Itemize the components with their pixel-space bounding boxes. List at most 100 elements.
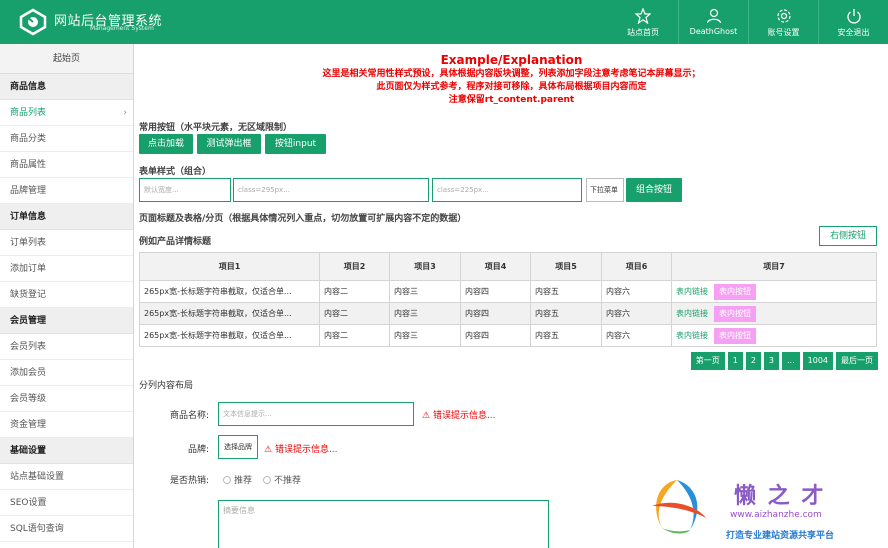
explanation-line: 这里是相关常用性样式预设，具体根据内容版块调整，列表添加字段注意考虑笔记本屏幕显… bbox=[322, 69, 701, 79]
table-link[interactable]: 表内链接 bbox=[676, 331, 708, 340]
table-cell-actions: 表内链接 表内按钮 bbox=[671, 324, 877, 347]
table-header-row: 项目1 项目2 项目3 项目4 项目5 项目6 项目7 bbox=[139, 252, 877, 281]
sidebar-item-label: 商品列表 bbox=[10, 108, 47, 118]
column-header: 项目1 bbox=[139, 252, 320, 281]
sidebar-item-order-list[interactable]: 订单列表 bbox=[0, 230, 133, 256]
select-brand-button[interactable]: 选择品牌 bbox=[218, 435, 258, 459]
not-recommend-radio[interactable]: 不推荐 bbox=[263, 473, 301, 486]
table-cell: 内容二 bbox=[319, 302, 390, 325]
table-cell: 内容五 bbox=[530, 302, 602, 325]
table-cell: 内容三 bbox=[389, 302, 461, 325]
sidebar-item-site-settings[interactable]: 站点基础设置 bbox=[0, 464, 133, 490]
column-header: 项目7 bbox=[671, 252, 877, 281]
explanation-line: 此页面仅为样式参考，程序对接可移除，具体布局根据项目内容而定 bbox=[376, 82, 647, 92]
summary-textarea[interactable]: 摘要信息 bbox=[218, 500, 549, 548]
radio-circle-icon bbox=[263, 476, 271, 484]
load-button[interactable]: 点击加载 bbox=[139, 134, 193, 154]
radio-circle-icon bbox=[223, 476, 231, 484]
table-link[interactable]: 表内链接 bbox=[676, 309, 708, 318]
user-icon bbox=[706, 8, 721, 24]
sidebar-group-members[interactable]: 会员管理 bbox=[0, 308, 133, 334]
app-subtitle: Management System bbox=[90, 25, 154, 32]
nav-logout[interactable]: 安全退出 bbox=[818, 0, 888, 44]
sidebar-item-member-list[interactable]: 会员列表 bbox=[0, 334, 133, 360]
table-cell-actions: 表内链接 表内按钮 bbox=[671, 280, 877, 303]
sidebar-item-seo[interactable]: SEO设置 bbox=[0, 490, 133, 516]
nav-settings[interactable]: 账号设置 bbox=[748, 0, 818, 44]
top-header: 网站后台管理系统 Management System 站点首页 DeathGho… bbox=[0, 0, 888, 44]
sidebar-item-member-level[interactable]: 会员等级 bbox=[0, 386, 133, 412]
sidebar-group-orders[interactable]: 订单信息 bbox=[0, 204, 133, 230]
page-2-button[interactable]: 2 bbox=[745, 352, 761, 370]
layout-section-title: 分列内容布局 bbox=[139, 381, 194, 391]
right-side-button[interactable]: 右侧按钮 bbox=[819, 226, 877, 246]
sidebar-item-add-order[interactable]: 添加订单 bbox=[0, 256, 133, 282]
sidebar-item-funds[interactable]: 资金管理 bbox=[0, 412, 133, 438]
table-button[interactable]: 表内按钮 bbox=[714, 327, 756, 344]
sidebar-group-goods[interactable]: 商品信息 bbox=[0, 74, 133, 100]
power-icon bbox=[846, 9, 861, 24]
table-button[interactable]: 表内按钮 bbox=[714, 283, 756, 300]
recommend-radio[interactable]: 推荐 bbox=[223, 473, 252, 486]
hot-sale-label: 是否热销: bbox=[169, 476, 209, 486]
page-first-button[interactable]: 第一页 bbox=[690, 352, 725, 370]
combo-button[interactable]: 组合按钮 bbox=[626, 178, 682, 202]
table-cell: 内容四 bbox=[460, 302, 531, 325]
watermark-logo-icon bbox=[652, 480, 706, 534]
recommend-radio-label: 推荐 bbox=[234, 476, 253, 486]
nav-home[interactable]: 站点首页 bbox=[608, 0, 678, 44]
star-icon bbox=[635, 8, 651, 24]
main-content: Example/Explanation 这里是相关常用性样式预设，具体根据内容版… bbox=[135, 44, 888, 548]
table-button[interactable]: 表内按钮 bbox=[714, 305, 756, 322]
page-ellipsis[interactable]: ... bbox=[782, 352, 800, 370]
sidebar-item-add-member[interactable]: 添加会员 bbox=[0, 360, 133, 386]
table-cell-actions: 表内链接 表内按钮 bbox=[671, 302, 877, 325]
popup-test-button[interactable]: 测试弹出框 bbox=[197, 134, 261, 154]
page-1-button[interactable]: 1 bbox=[727, 352, 743, 370]
page-1004-button[interactable]: 1004 bbox=[802, 352, 833, 370]
sidebar-item-goods-attr[interactable]: 商品属性 bbox=[0, 152, 133, 178]
column-header: 项目4 bbox=[460, 252, 531, 281]
table-cell: 内容三 bbox=[389, 324, 461, 347]
nav-user[interactable]: DeathGhost bbox=[678, 0, 748, 44]
top-nav: 站点首页 DeathGhost 账号设置 安全退出 bbox=[608, 0, 888, 44]
nav-settings-label: 账号设置 bbox=[767, 28, 800, 37]
width-295-input[interactable]: class=295px... bbox=[233, 178, 429, 202]
brand-error: ⚠ 错误提示信息... bbox=[264, 442, 338, 455]
watermark-url: www.aizhanzhe.com bbox=[730, 510, 822, 520]
table-cell: 内容六 bbox=[601, 302, 672, 325]
form-section-title: 表单样式（组合） bbox=[139, 167, 212, 177]
sidebar-group-settings[interactable]: 基础设置 bbox=[0, 438, 133, 464]
watermark: 懒 之 才 www.aizhanzhe.com 打造专业建站资源共享平台 bbox=[642, 474, 882, 544]
default-width-input[interactable]: 默认宽度... bbox=[139, 178, 231, 202]
table-row: 265px宽-长标题字符串截取，仅适合单... 内容二 内容三 内容四 内容五 … bbox=[139, 280, 877, 303]
input-button[interactable]: 按钮input bbox=[265, 134, 326, 154]
column-header: 项目5 bbox=[530, 252, 602, 281]
nav-home-label: 站点首页 bbox=[627, 28, 659, 37]
sidebar-start-page[interactable]: 起始页 bbox=[0, 44, 133, 74]
table-cell: 内容三 bbox=[389, 280, 461, 303]
brand-error-text: 错误提示信息... bbox=[274, 445, 338, 455]
page-last-button[interactable]: 最后一页 bbox=[836, 352, 878, 370]
dropdown-select[interactable]: 下拉菜单 bbox=[586, 178, 624, 202]
column-header: 项目6 bbox=[601, 252, 672, 281]
column-header: 项目3 bbox=[389, 252, 461, 281]
goods-name-input[interactable]: 文本信息提示... bbox=[218, 402, 414, 426]
sidebar-item-stockout[interactable]: 缺货登记 bbox=[0, 282, 133, 308]
sidebar-item-sql[interactable]: SQL语句查询 bbox=[0, 516, 133, 542]
warning-icon: ⚠ bbox=[264, 445, 275, 455]
watermark-brand: 懒 之 才 bbox=[734, 484, 826, 509]
brand-label: 品牌: bbox=[187, 445, 209, 455]
table-row: 265px宽-长标题字符串截取，仅适合单... 内容二 内容三 内容四 内容五 … bbox=[139, 302, 877, 325]
table-cell: 内容五 bbox=[530, 324, 602, 347]
table-cell: 内容二 bbox=[319, 280, 390, 303]
sidebar-item-brand[interactable]: 品牌管理 bbox=[0, 178, 133, 204]
sidebar-item-goods-list[interactable]: 商品列表 › bbox=[0, 100, 133, 126]
pagination: 第一页 1 2 3 ... 1004 最后一页 bbox=[690, 352, 878, 370]
table-link[interactable]: 表内链接 bbox=[676, 287, 708, 296]
sidebar: 起始页 商品信息 商品列表 › 商品分类 商品属性 品牌管理 订单信息 订单列表 … bbox=[0, 44, 134, 548]
sidebar-item-goods-category[interactable]: 商品分类 bbox=[0, 126, 133, 152]
page-3-button[interactable]: 3 bbox=[763, 352, 779, 370]
logo-icon bbox=[19, 8, 47, 36]
width-225-input[interactable]: class=225px... bbox=[432, 178, 582, 202]
